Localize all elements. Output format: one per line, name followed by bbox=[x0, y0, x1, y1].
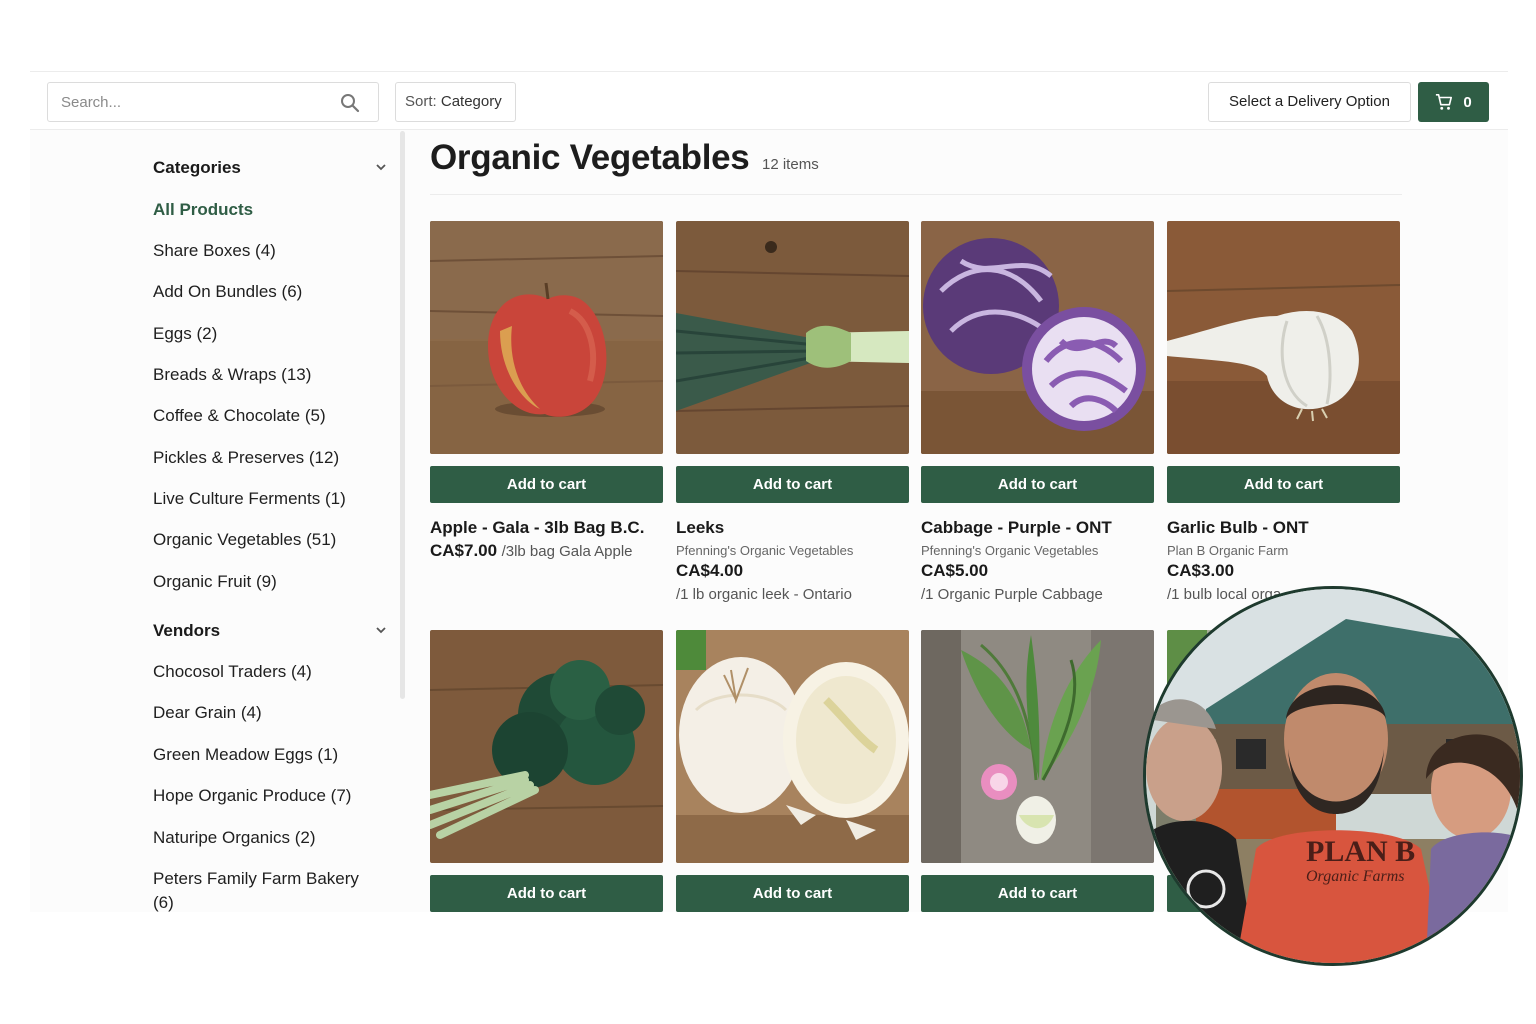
page-title: Organic Vegetables bbox=[430, 138, 750, 177]
product-price: CA$7.00 bbox=[430, 541, 498, 560]
price-line: CA$3.00 bbox=[1167, 561, 1400, 581]
product-description: /1 Organic Purple Cabbage bbox=[921, 586, 1103, 603]
category-organic-fruit[interactable]: Organic Fruit (9) bbox=[153, 572, 277, 592]
sort-value: Category bbox=[440, 93, 502, 110]
kale-photo bbox=[430, 630, 663, 863]
search-icon[interactable] bbox=[340, 93, 360, 113]
product-photo[interactable] bbox=[676, 221, 909, 454]
vendor-chocosol-traders[interactable]: Chocosol Traders (4) bbox=[153, 660, 378, 684]
sort-prefix: Sort: bbox=[405, 93, 437, 110]
product-price: CA$5.00 bbox=[921, 561, 989, 580]
category-eggs[interactable]: Eggs (2) bbox=[153, 324, 217, 344]
product-unit: /3lb bag Gala Apple bbox=[501, 543, 633, 560]
product-card: Add to cart bbox=[921, 630, 1154, 912]
product-name[interactable]: Apple - Gala - 3lb Bag B.C. bbox=[430, 518, 663, 538]
add-to-cart-button[interactable]: Add to cart bbox=[921, 466, 1154, 503]
vendor-dear-grain[interactable]: Dear Grain (4) bbox=[153, 701, 378, 725]
product-photo[interactable] bbox=[430, 221, 663, 454]
category-add-on-bundles[interactable]: Add On Bundles (6) bbox=[153, 282, 302, 302]
search-input[interactable] bbox=[48, 83, 318, 121]
vendor-green-meadow-eggs[interactable]: Green Meadow Eggs (1) bbox=[153, 743, 378, 767]
sort-dropdown[interactable]: Sort: Category bbox=[395, 82, 516, 122]
category-all-products[interactable]: All Products bbox=[153, 200, 253, 220]
farmers-photo-illustration: PLAN B Organic Farms bbox=[1146, 589, 1520, 963]
cart-count: 0 bbox=[1463, 93, 1472, 111]
price-line: CA$7.00 /3lb bag Gala Apple bbox=[430, 541, 663, 561]
add-to-cart-button[interactable]: Add to cart bbox=[430, 466, 663, 503]
product-card: Add to cart Garlic Bulb - ONT Plan B Org… bbox=[1167, 221, 1400, 603]
product-description: /1 lb organic leek - Ontario bbox=[676, 586, 852, 603]
product-name[interactable]: Garlic Bulb - ONT bbox=[1167, 518, 1400, 538]
category-organic-vegetables[interactable]: Organic Vegetables (51) bbox=[153, 530, 336, 550]
product-vendor: Plan B Organic Farm bbox=[1167, 543, 1289, 558]
price-line: CA$5.00 bbox=[921, 561, 1154, 581]
item-count: 12 items bbox=[762, 156, 819, 173]
cabbage-photo bbox=[921, 221, 1154, 454]
product-name[interactable]: Leeks bbox=[676, 518, 909, 538]
search-box[interactable] bbox=[47, 82, 379, 122]
vendor-hope-organic-produce[interactable]: Hope Organic Produce (7) bbox=[153, 784, 378, 808]
onion-photo bbox=[676, 630, 909, 863]
category-coffee-chocolate[interactable]: Coffee & Chocolate (5) bbox=[153, 406, 326, 426]
add-to-cart-button[interactable]: Add to cart bbox=[921, 875, 1154, 912]
category-share-boxes[interactable]: Share Boxes (4) bbox=[153, 241, 276, 261]
product-photo[interactable] bbox=[676, 630, 909, 863]
apple-photo bbox=[430, 221, 663, 454]
cart-icon bbox=[1436, 93, 1453, 110]
add-to-cart-button[interactable]: Add to cart bbox=[1167, 466, 1400, 503]
product-photo[interactable] bbox=[921, 630, 1154, 863]
vendors-header[interactable]: Vendors bbox=[153, 621, 388, 641]
categories-header[interactable]: Categories bbox=[153, 158, 388, 178]
product-price: CA$4.00 bbox=[676, 561, 744, 580]
product-card: Add to cart Cabbage - Purple - ONT Pfenn… bbox=[921, 221, 1154, 603]
chevron-down-icon[interactable] bbox=[374, 160, 388, 174]
category-live-culture-ferments[interactable]: Live Culture Ferments (1) bbox=[153, 489, 346, 509]
chevron-down-icon[interactable] bbox=[374, 623, 388, 637]
shirt-logo-subtitle: Organic Farms bbox=[1306, 868, 1405, 885]
add-to-cart-button[interactable]: Add to cart bbox=[676, 466, 909, 503]
categories-title: Categories bbox=[153, 158, 241, 177]
product-card: Add to cart bbox=[430, 630, 663, 912]
leek-photo bbox=[676, 221, 909, 454]
product-photo[interactable] bbox=[921, 221, 1154, 454]
product-photo[interactable] bbox=[1167, 221, 1400, 454]
vendor-naturipe-organics[interactable]: Naturipe Organics (2) bbox=[153, 826, 378, 850]
garlic-photo bbox=[1167, 221, 1400, 454]
product-vendor: Pfenning's Organic Vegetables bbox=[921, 543, 1099, 558]
cart-button[interactable]: 0 bbox=[1418, 82, 1489, 122]
radish-photo bbox=[921, 630, 1154, 863]
product-name[interactable]: Cabbage - Purple - ONT bbox=[921, 518, 1154, 538]
product-photo[interactable] bbox=[430, 630, 663, 863]
product-card: Add to cart Leeks Pfenning's Organic Veg… bbox=[676, 221, 909, 603]
vendor-peters-family-farm-bakery[interactable]: Peters Family Farm Bakery (6) bbox=[153, 867, 378, 912]
product-vendor: Pfenning's Organic Vegetables bbox=[676, 543, 854, 558]
product-card: Add to cart bbox=[676, 630, 909, 912]
product-card: Add to cart Apple - Gala - 3lb Bag B.C. … bbox=[430, 221, 663, 561]
vendors-title: Vendors bbox=[153, 621, 221, 640]
delivery-option-button[interactable]: Select a Delivery Option bbox=[1208, 82, 1411, 122]
title-divider bbox=[430, 194, 1402, 195]
price-line: CA$4.00 bbox=[676, 561, 909, 581]
category-pickles-preserves[interactable]: Pickles & Preserves (12) bbox=[153, 448, 339, 468]
sidebar: Categories All Products Share Boxes (4) … bbox=[30, 131, 400, 912]
shirt-logo-title: PLAN B bbox=[1306, 835, 1415, 868]
add-to-cart-button[interactable]: Add to cart bbox=[430, 875, 663, 912]
product-price: CA$3.00 bbox=[1167, 561, 1235, 580]
add-to-cart-button[interactable]: Add to cart bbox=[676, 875, 909, 912]
farmers-photo: PLAN B Organic Farms bbox=[1143, 586, 1523, 966]
top-bar: Sort: Category Select a Delivery Option … bbox=[30, 72, 1508, 130]
sidebar-scrollbar[interactable] bbox=[400, 131, 405, 699]
category-breads-wraps[interactable]: Breads & Wraps (13) bbox=[153, 365, 311, 385]
